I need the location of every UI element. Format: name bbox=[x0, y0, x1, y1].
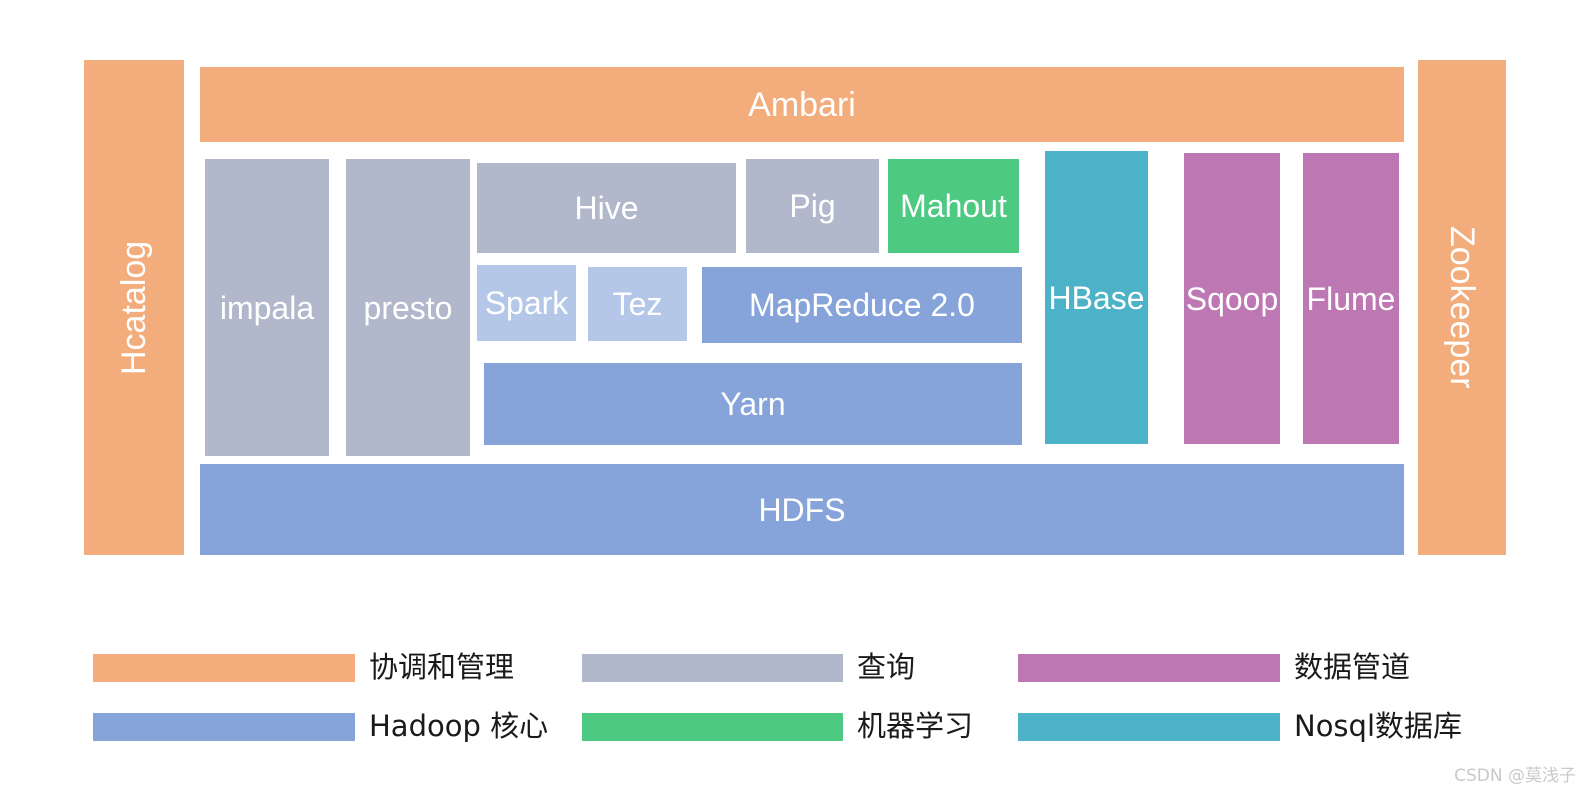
legend-label-0: 协调和管理 bbox=[369, 650, 515, 684]
block-hive[interactable]: Hive bbox=[477, 163, 736, 253]
block-hdfs[interactable]: HDFS bbox=[200, 464, 1404, 555]
block-tez[interactable]: Tez bbox=[588, 267, 687, 341]
block-pig[interactable]: Pig bbox=[746, 159, 879, 253]
block-hbase[interactable]: HBase bbox=[1045, 151, 1148, 444]
block-mahout[interactable]: Mahout bbox=[888, 159, 1019, 253]
block-zookeeper-label: Zookeeper bbox=[1443, 226, 1481, 389]
block-impala-label: impala bbox=[219, 289, 315, 326]
legend-swatch-hadoop-core bbox=[93, 712, 355, 741]
block-tez-label: Tez bbox=[612, 286, 663, 322]
legend-label-1: Hadoop 核心 bbox=[369, 709, 549, 743]
block-mapreduce[interactable]: MapReduce 2.0 bbox=[702, 267, 1022, 343]
block-hive-label: Hive bbox=[574, 190, 639, 226]
legend-swatch-nosql-database bbox=[1018, 712, 1280, 741]
legend-swatch-machine-learning bbox=[582, 712, 843, 741]
legend-label-3: 机器学习 bbox=[857, 709, 974, 743]
legend-label-5: Nosql数据库 bbox=[1294, 709, 1463, 743]
legend-item-5[interactable]: Nosql数据库 bbox=[1018, 712, 1462, 741]
watermark: CSDN @莫浅子 bbox=[1454, 766, 1576, 786]
block-presto[interactable]: presto bbox=[346, 159, 470, 456]
legend-item-4[interactable]: 数据管道 bbox=[1018, 653, 1410, 682]
block-flume-label: Flume bbox=[1306, 280, 1396, 317]
legend-item-2[interactable]: 查询 bbox=[582, 653, 915, 682]
block-spark[interactable]: Spark bbox=[477, 265, 576, 341]
block-presto-label: presto bbox=[363, 289, 453, 326]
block-hcatalog-label: Hcatalog bbox=[115, 240, 153, 375]
legend-item-1[interactable]: Hadoop 核心 bbox=[93, 712, 548, 741]
block-yarn[interactable]: Yarn bbox=[484, 363, 1022, 445]
block-impala[interactable]: impala bbox=[205, 159, 329, 456]
legend-label-4: 数据管道 bbox=[1294, 650, 1411, 684]
block-sqoop-label: Sqoop bbox=[1185, 280, 1279, 317]
block-hdfs-label: HDFS bbox=[758, 491, 846, 528]
legend-item-3[interactable]: 机器学习 bbox=[582, 712, 973, 741]
legend-swatch-data-pipeline bbox=[1018, 653, 1280, 682]
block-hbase-label: HBase bbox=[1048, 279, 1145, 316]
legend-label-2: 查询 bbox=[857, 650, 916, 684]
block-mahout-label: Mahout bbox=[900, 188, 1007, 224]
block-flume[interactable]: Flume bbox=[1303, 153, 1399, 444]
block-ambari[interactable]: Ambari bbox=[200, 67, 1404, 142]
block-zookeeper[interactable]: Zookeeper bbox=[1418, 60, 1506, 555]
legend-swatch-coordination bbox=[93, 653, 355, 682]
block-hcatalog[interactable]: Hcatalog bbox=[84, 60, 184, 555]
block-yarn-label: Yarn bbox=[720, 386, 786, 422]
block-ambari-label: Ambari bbox=[748, 85, 856, 124]
block-pig-label: Pig bbox=[789, 188, 836, 224]
legend-swatch-query bbox=[582, 653, 843, 682]
block-sqoop[interactable]: Sqoop bbox=[1184, 153, 1280, 444]
block-spark-label: Spark bbox=[484, 285, 569, 321]
legend-item-0[interactable]: 协调和管理 bbox=[93, 653, 514, 682]
block-mapreduce-label: MapReduce 2.0 bbox=[749, 287, 975, 323]
